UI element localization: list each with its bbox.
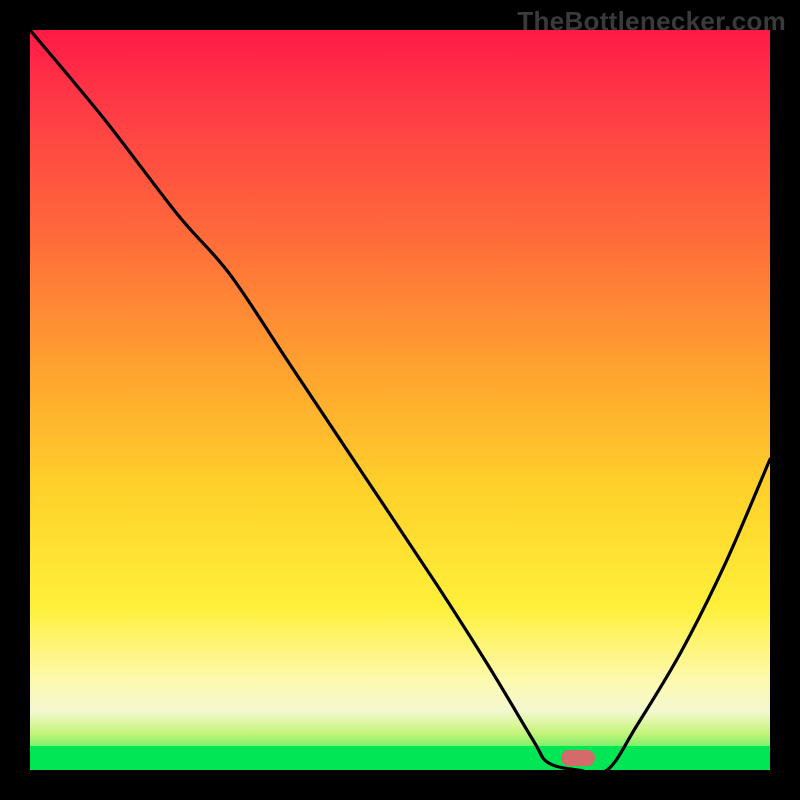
optimum-marker (561, 750, 595, 766)
chart-frame: TheBottlenecker.com (0, 0, 800, 800)
bottleneck-curve (30, 30, 770, 770)
plot-area (30, 30, 770, 770)
curve-svg (30, 30, 770, 770)
watermark-text: TheBottlenecker.com (517, 6, 786, 37)
